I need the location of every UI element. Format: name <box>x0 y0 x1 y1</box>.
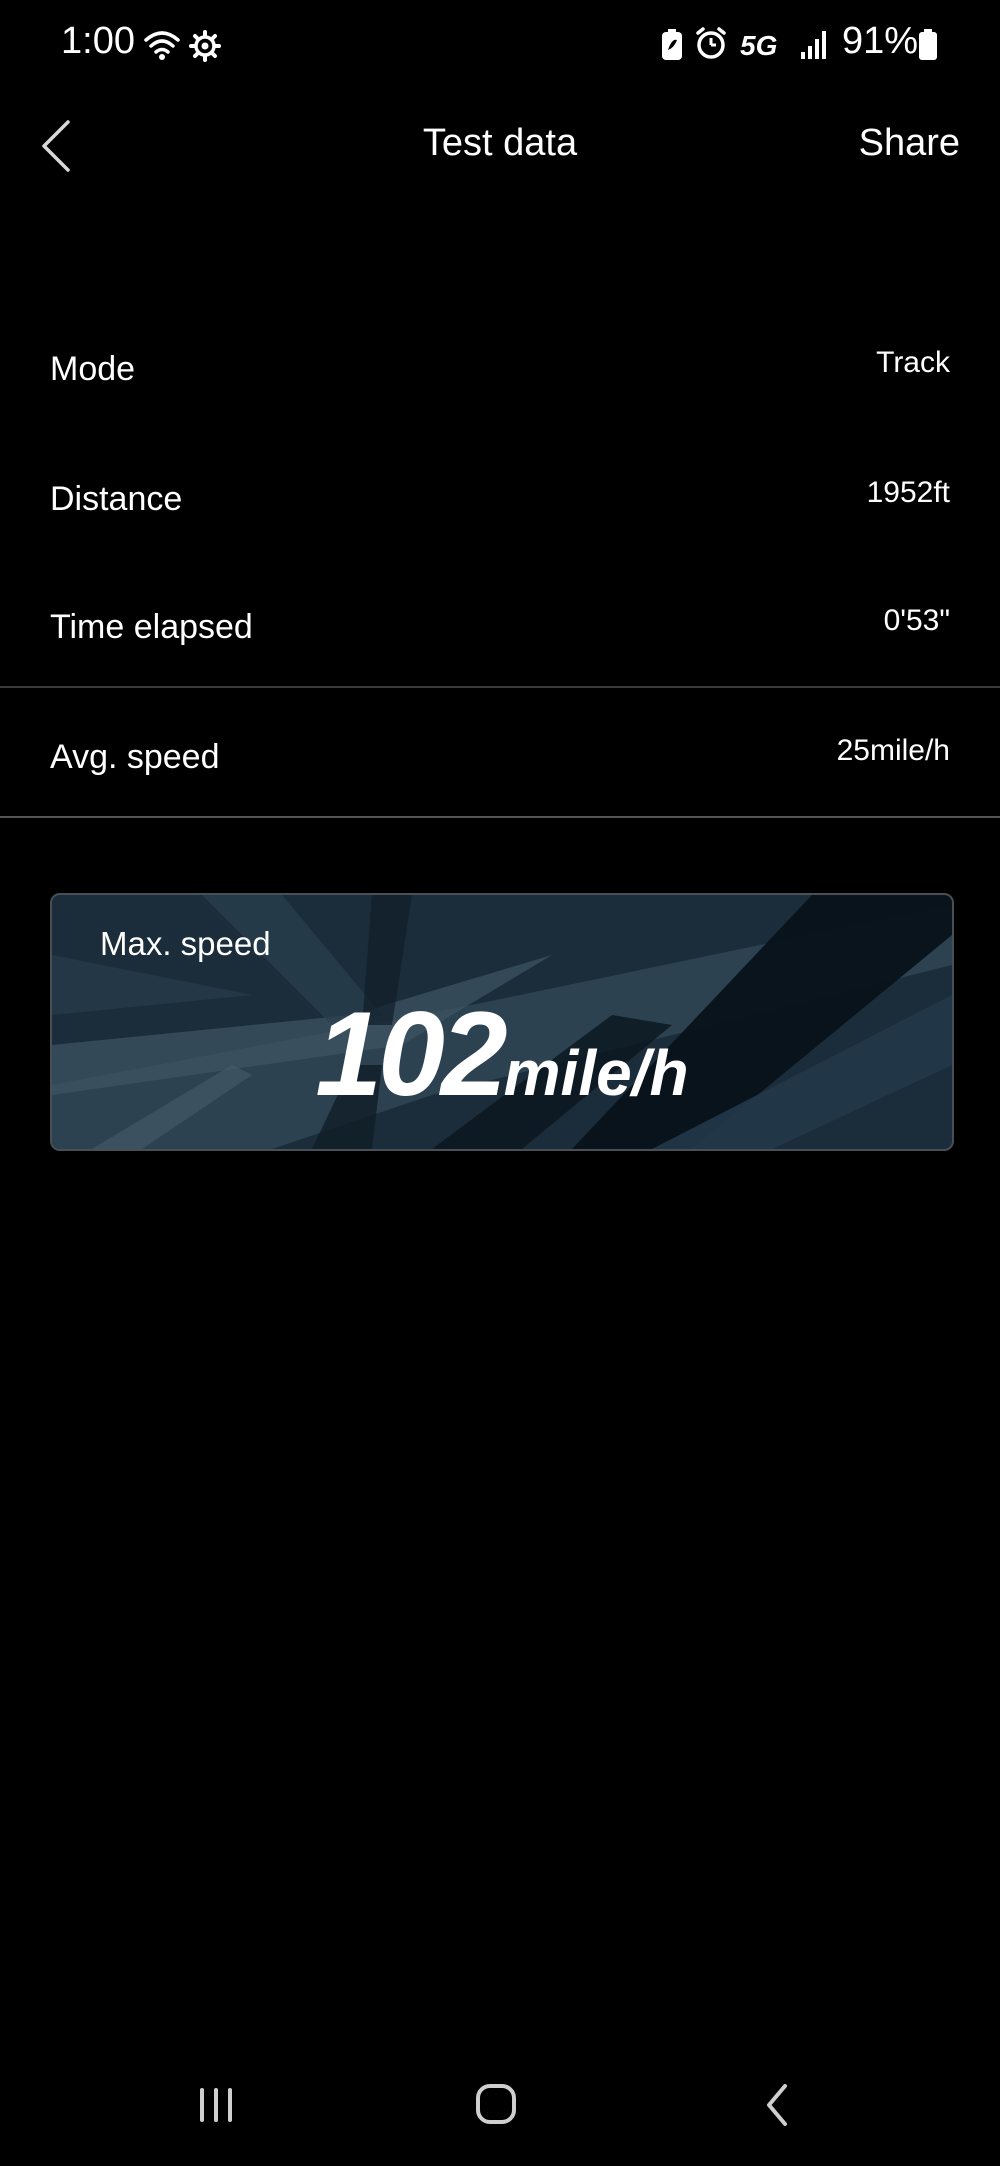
app-header: Test data Share <box>0 100 1000 190</box>
share-button[interactable]: Share <box>859 122 960 165</box>
row-distance: Distance 1952ft <box>0 440 1000 560</box>
settings-icon <box>189 30 221 62</box>
nav-back-button[interactable] <box>737 2070 817 2140</box>
row-value: 25mile/h <box>836 734 950 767</box>
row-value: 1952ft <box>866 476 950 509</box>
max-speed-number: 102 <box>315 987 507 1121</box>
status-bar: 1:00 5G 91% <box>0 0 1000 90</box>
row-time-elapsed: Time elapsed 0'53" <box>0 568 1000 688</box>
battery-saver-icon <box>662 29 682 60</box>
home-icon <box>476 2084 516 2124</box>
max-speed-card: Max. speed 102mile/h <box>50 893 954 1151</box>
row-label: Distance <box>50 480 183 518</box>
alarm-icon <box>696 27 726 59</box>
recent-apps-button[interactable] <box>176 2070 256 2140</box>
page-title: Test data <box>422 122 578 164</box>
back-icon <box>767 2084 787 2126</box>
battery-icon <box>919 29 937 60</box>
row-value: Track <box>876 346 950 379</box>
wifi-icon <box>144 31 180 60</box>
max-speed-unit: mile/h <box>503 1037 689 1109</box>
max-speed-label: Max. speed <box>100 925 271 962</box>
network-type: 5G <box>740 30 778 61</box>
home-button[interactable] <box>456 2070 536 2140</box>
row-label: Avg. speed <box>50 738 220 776</box>
row-label: Time elapsed <box>50 608 253 646</box>
row-avg-speed: Avg. speed 25mile/h <box>0 698 1000 818</box>
row-label: Mode <box>50 350 136 388</box>
recent-apps-icon <box>200 2088 232 2122</box>
system-nav-bar <box>0 2060 1000 2150</box>
signal-icon <box>801 31 826 59</box>
divider <box>0 686 1000 688</box>
max-speed-value: 102mile/h <box>52 985 952 1123</box>
battery-percentage: 91% <box>842 20 919 62</box>
row-mode: Mode Track <box>0 310 1000 430</box>
status-time: 1:00 <box>61 20 135 62</box>
divider <box>0 816 1000 818</box>
row-value: 0'53" <box>883 604 950 637</box>
